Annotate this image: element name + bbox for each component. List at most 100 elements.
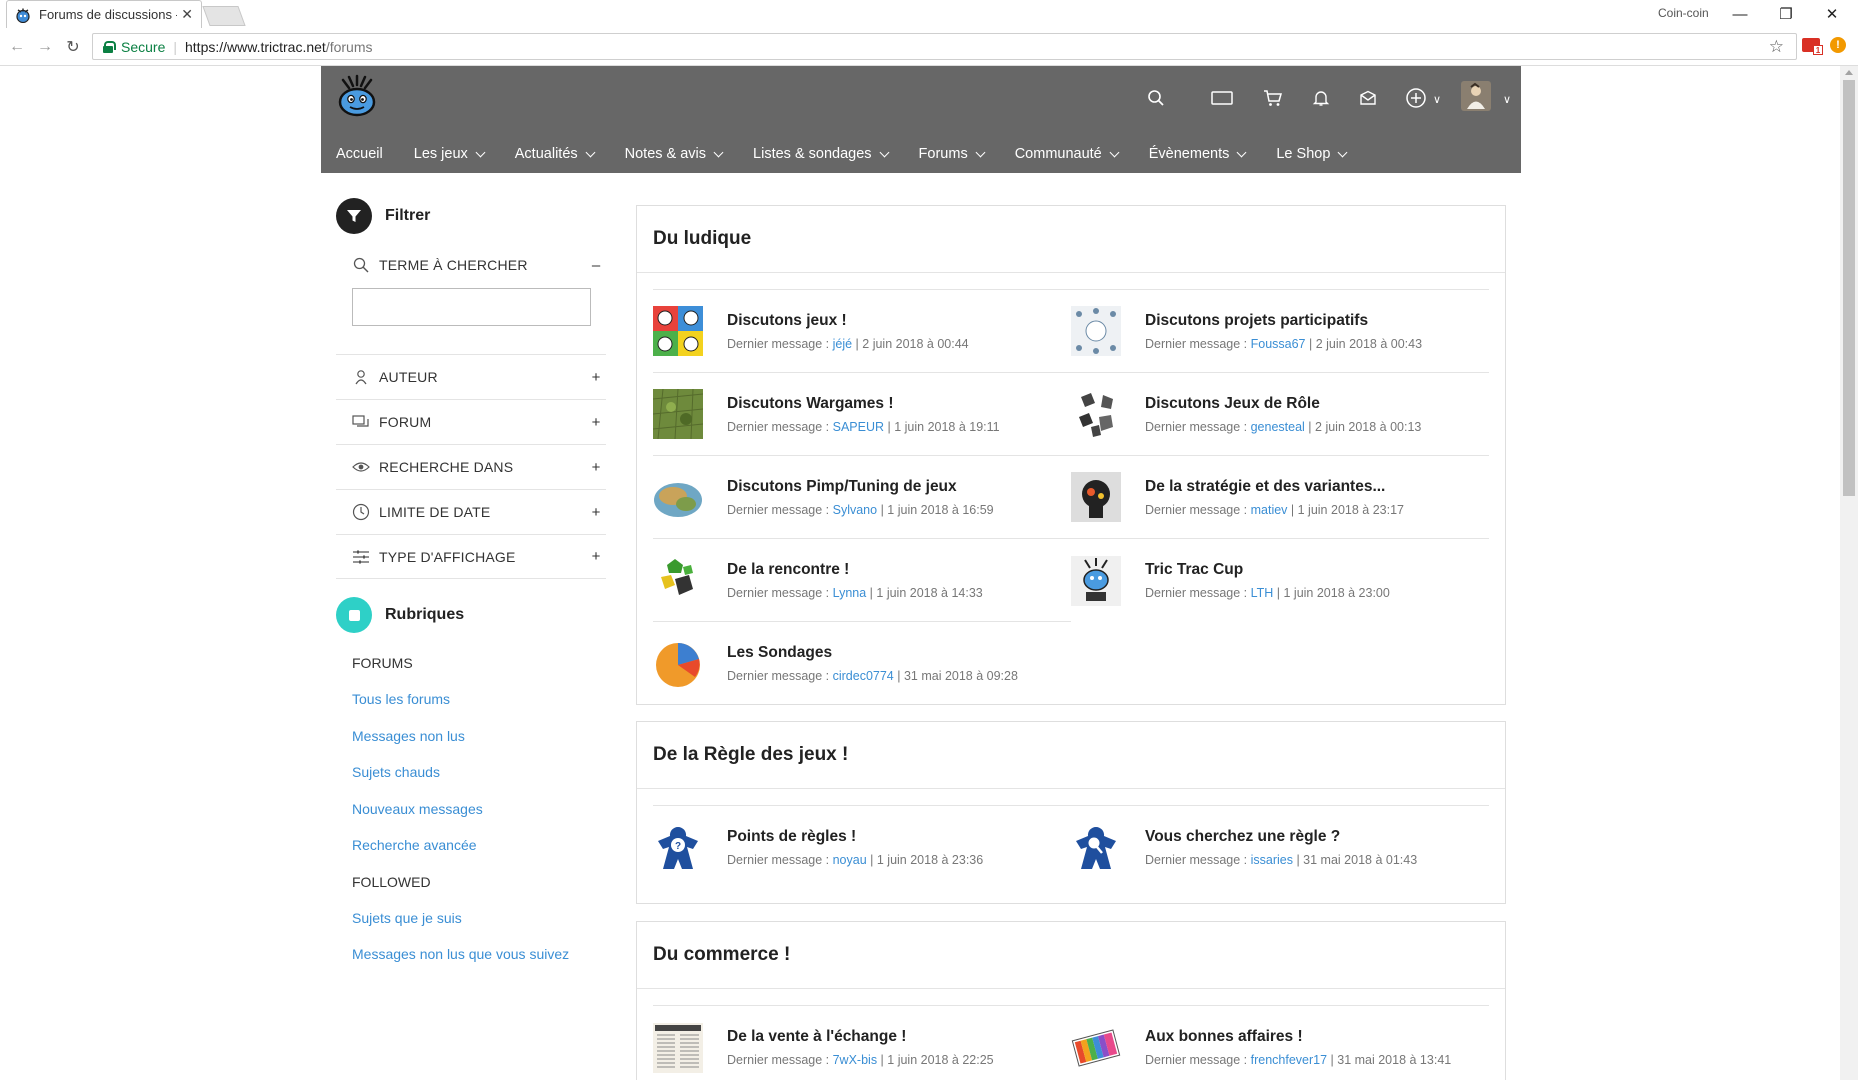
- forum-name[interactable]: Tric Trac Cup: [1145, 561, 1390, 579]
- user-menu-chevron-icon[interactable]: ∨: [1503, 93, 1511, 106]
- restore-window-icon[interactable]: ❐: [1764, 2, 1808, 26]
- add-circle-icon[interactable]: [1404, 86, 1428, 110]
- forum-item[interactable]: Discutons projets participatifs Dernier m…: [1071, 290, 1489, 373]
- forum-name[interactable]: Points de règles !: [727, 828, 983, 846]
- bookmark-star-icon[interactable]: ☆: [1769, 37, 1784, 57]
- link-unread-messages[interactable]: Messages non lus: [336, 718, 606, 755]
- last-message-author[interactable]: noyau: [833, 853, 867, 867]
- nav-les-jeux[interactable]: Les jeux: [414, 146, 486, 162]
- last-message-author[interactable]: cirdec0774: [833, 669, 894, 683]
- last-message-author[interactable]: jéjé: [833, 337, 852, 351]
- forum-item[interactable]: Tric Trac Cup Dernier message : LTH | 1 j…: [1071, 539, 1489, 622]
- reload-icon[interactable]: ↻: [62, 36, 84, 58]
- forum-name[interactable]: De la rencontre !: [727, 561, 983, 579]
- forum-name[interactable]: Discutons Pimp/Tuning de jeux: [727, 478, 994, 496]
- search-term-input[interactable]: [352, 288, 591, 326]
- forum-name[interactable]: Aux bonnes affaires !: [1145, 1028, 1451, 1046]
- forum-item[interactable]: Discutons Wargames ! Dernier message : SA…: [653, 373, 1071, 456]
- last-message-author[interactable]: genesteal: [1251, 420, 1305, 434]
- minimize-icon[interactable]: —: [1718, 2, 1762, 26]
- last-message-author[interactable]: frenchfever17: [1251, 1053, 1327, 1067]
- filter-author[interactable]: AUTEUR +: [336, 354, 606, 399]
- last-message-author[interactable]: 7wX-bis: [833, 1053, 877, 1067]
- last-message-author[interactable]: matiev: [1251, 503, 1288, 517]
- search-icon[interactable]: [1144, 86, 1168, 110]
- last-message-author[interactable]: Sylvano: [833, 503, 877, 517]
- nav-accueil[interactable]: Accueil: [336, 146, 383, 162]
- forum-item[interactable]: ? Points de règles ! Dernier message : no…: [653, 806, 1071, 889]
- cart-icon[interactable]: [1261, 86, 1285, 110]
- url-host: https://www.trictrac.net: [185, 38, 326, 55]
- forum-item[interactable]: Discutons jeux ! Dernier message : jéjé |…: [653, 290, 1071, 373]
- nav-le-shop[interactable]: Le Shop: [1276, 146, 1348, 162]
- filter-display-type[interactable]: TYPE D'AFFICHAGE +: [336, 534, 606, 579]
- last-message-author[interactable]: SAPEUR: [833, 420, 884, 434]
- link-followed-unread[interactable]: Messages non lus que vous suivez: [336, 936, 606, 973]
- forum-last-message: Dernier message : frenchfever17 | 31 mai…: [1145, 1053, 1451, 1067]
- expand-toggle[interactable]: +: [586, 548, 606, 565]
- page-scrollbar[interactable]: [1840, 66, 1858, 1080]
- expand-toggle[interactable]: +: [586, 414, 606, 431]
- filter-date-limit[interactable]: LIMITE DE DATE +: [336, 489, 606, 534]
- forum-item[interactable]: Discutons Pimp/Tuning de jeux Dernier mes…: [653, 456, 1071, 539]
- scroll-thumb[interactable]: [1843, 80, 1855, 496]
- forum-name[interactable]: Vous cherchez une règle ?: [1145, 828, 1417, 846]
- link-new-messages[interactable]: Nouveaux messages: [336, 791, 606, 828]
- last-message-author[interactable]: Foussa67: [1251, 337, 1306, 351]
- link-hot-topics[interactable]: Sujets chauds: [336, 754, 606, 791]
- add-menu-chevron-icon[interactable]: ∨: [1433, 93, 1441, 106]
- forum-name[interactable]: De la stratégie et des variantes...: [1145, 478, 1404, 496]
- scroll-up-arrow-icon[interactable]: [1845, 70, 1853, 75]
- tablet-icon[interactable]: [1210, 86, 1234, 110]
- nav-label: Le Shop: [1276, 146, 1331, 162]
- close-window-icon[interactable]: ✕: [1810, 2, 1854, 26]
- forum-name[interactable]: Discutons projets participatifs: [1145, 312, 1422, 330]
- last-message-author[interactable]: Lynna: [833, 586, 867, 600]
- last-message-author[interactable]: issaries: [1251, 853, 1293, 867]
- profile-name[interactable]: Coin-coin: [1658, 6, 1709, 20]
- forum-name[interactable]: Discutons Jeux de Rôle: [1145, 395, 1421, 413]
- nav-evenements[interactable]: Évènements: [1149, 146, 1247, 162]
- user-avatar[interactable]: [1461, 81, 1491, 111]
- last-message-author[interactable]: LTH: [1251, 586, 1274, 600]
- forum-item[interactable]: Vous cherchez une règle ? Dernier message…: [1071, 806, 1489, 889]
- nav-notes-avis[interactable]: Notes & avis: [625, 146, 724, 162]
- search-term-section[interactable]: TERME À CHERCHER –: [336, 246, 606, 284]
- forum-item[interactable]: Les Sondages Dernier message : cirdec0774…: [653, 622, 1071, 705]
- forum-name[interactable]: Les Sondages: [727, 644, 1018, 662]
- bell-icon[interactable]: [1309, 86, 1333, 110]
- extension-alert-icon[interactable]: !: [1830, 37, 1846, 53]
- expand-toggle[interactable]: +: [586, 504, 606, 521]
- forum-item[interactable]: De la rencontre ! Dernier message : Lynna…: [653, 539, 1071, 622]
- forum-name[interactable]: Discutons jeux !: [727, 312, 969, 330]
- link-advanced-search[interactable]: Recherche avancée: [336, 827, 606, 864]
- browser-tab-active[interactable]: Forums de discussions - T ✕: [6, 0, 202, 28]
- last-message-date: | 31 mai 2018 à 01:43: [1292, 853, 1418, 867]
- nav-listes-sondages[interactable]: Listes & sondages: [753, 146, 889, 162]
- forward-icon[interactable]: →: [34, 36, 56, 58]
- nav-label: Actualités: [514, 146, 578, 162]
- nav-communaute[interactable]: Communauté: [1015, 146, 1120, 162]
- nav-forums[interactable]: Forums: [919, 146, 986, 162]
- new-tab-button[interactable]: [202, 6, 246, 26]
- expand-toggle[interactable]: +: [586, 369, 606, 386]
- link-followed-topics[interactable]: Sujets que je suis: [336, 900, 606, 937]
- forum-name[interactable]: Discutons Wargames !: [727, 395, 1000, 413]
- address-bar[interactable]: Secure | https://www.trictrac.net/forums…: [92, 33, 1797, 60]
- nav-actualites[interactable]: Actualités: [514, 146, 596, 162]
- collapse-toggle[interactable]: –: [586, 257, 606, 274]
- messages-icon[interactable]: [1356, 86, 1380, 110]
- forum-name[interactable]: De la vente à l'échange !: [727, 1028, 994, 1046]
- link-all-forums[interactable]: Tous les forums: [336, 681, 606, 718]
- filter-forum[interactable]: FORUM +: [336, 399, 606, 444]
- forum-item[interactable]: De la stratégie et des variantes... Derni…: [1071, 456, 1489, 539]
- trictrac-logo-icon[interactable]: [335, 74, 379, 118]
- forum-item[interactable]: De la vente à l'échange ! Dernier message…: [653, 1006, 1071, 1080]
- filter-search-in[interactable]: RECHERCHE DANS +: [336, 444, 606, 489]
- forum-item[interactable]: Discutons Jeux de Rôle Dernier message : …: [1071, 373, 1489, 456]
- expand-toggle[interactable]: +: [586, 459, 606, 476]
- back-icon[interactable]: ←: [6, 36, 28, 58]
- forum-item[interactable]: Aux bonnes affaires ! Dernier message : f…: [1071, 1006, 1489, 1080]
- gmail-extension-icon[interactable]: 1: [1802, 38, 1823, 55]
- tab-close-icon[interactable]: ✕: [181, 6, 193, 23]
